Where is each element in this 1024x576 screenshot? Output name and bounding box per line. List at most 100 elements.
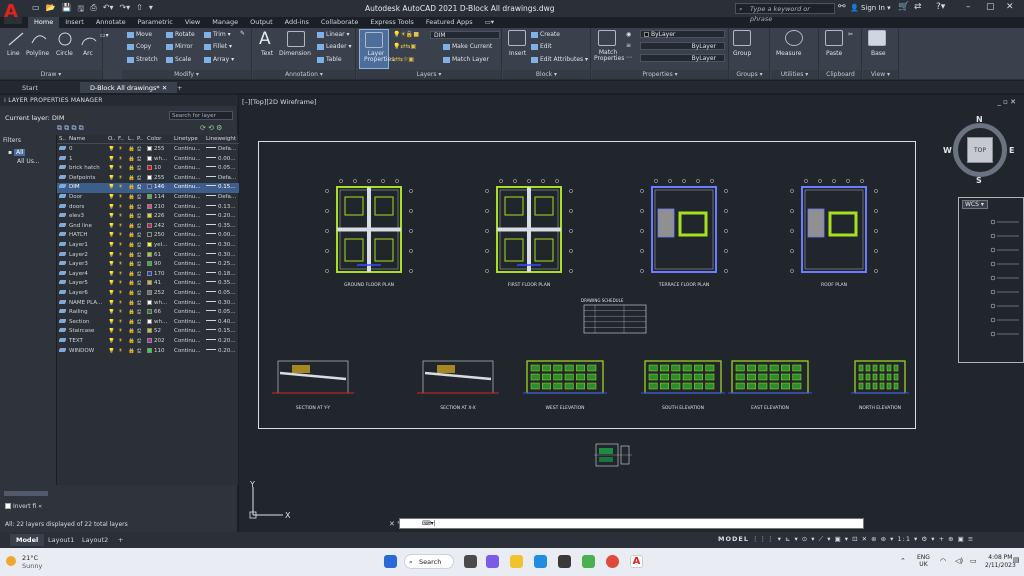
layer-linetype[interactable]: Continu... bbox=[174, 175, 201, 181]
viewcube[interactable]: TOP N S W E bbox=[943, 115, 1015, 185]
layer-lineweight[interactable]: 0.30... bbox=[206, 242, 236, 248]
layer-plot-icon[interactable]: ⎙ bbox=[137, 348, 141, 355]
lineweight-dropdown[interactable]: ByLayer bbox=[640, 42, 725, 50]
leader-button[interactable]: Leader ▾ bbox=[317, 43, 352, 50]
layer-on-icon[interactable]: 💡 bbox=[108, 280, 115, 286]
ribbon-tab-output[interactable]: Output bbox=[244, 17, 279, 28]
linetype-icon[interactable]: ⋯ bbox=[626, 54, 632, 61]
layer-on-icon[interactable]: 💡 bbox=[108, 271, 115, 277]
layer-lock-icon[interactable]: 🔒 bbox=[128, 223, 135, 229]
layer-plot-icon[interactable]: ⎙ bbox=[137, 194, 141, 201]
layer-lineweight[interactable]: 0.00... bbox=[206, 156, 236, 162]
layer-row[interactable]: 0 💡 ☀ 🔒 ⎙ 255 Continu... Defa... bbox=[57, 145, 239, 155]
array-button[interactable]: Array ▾ bbox=[204, 56, 234, 63]
save-icon[interactable]: 💾 bbox=[62, 3, 72, 17]
layer-row[interactable]: Door 💡 ☀ 🔒 ⎙ 114 Continu... Defa... bbox=[57, 193, 239, 203]
layer-color[interactable]: 61 bbox=[147, 251, 161, 258]
layer-plot-icon[interactable]: ⎙ bbox=[137, 156, 141, 163]
layer-lock-icon[interactable]: 🔒 bbox=[128, 232, 135, 238]
layer-row[interactable]: HATCH 💡 ☀ 🔒 ⎙ 250 Continu... 0.00... bbox=[57, 231, 239, 241]
layer-name[interactable]: 1 bbox=[69, 156, 107, 162]
layer-freeze-icon[interactable]: ☀ bbox=[118, 204, 123, 210]
layer-name[interactable]: HATCH bbox=[69, 232, 107, 238]
layer-lineweight[interactable]: 0.20... bbox=[206, 338, 236, 344]
layer-freeze-icon[interactable]: ☀ bbox=[118, 184, 123, 190]
layer-lock-icon[interactable]: 🔒 bbox=[128, 175, 135, 181]
layer-lock-icon[interactable]: 🔒 bbox=[128, 271, 135, 277]
cart-icon[interactable]: 🛒 bbox=[898, 2, 909, 12]
layer-freeze-icon[interactable]: ☀ bbox=[118, 319, 123, 325]
binoculars-icon[interactable]: ⚯ bbox=[838, 2, 846, 12]
layer-on-icon[interactable]: 💡 bbox=[108, 204, 115, 210]
group-icon[interactable] bbox=[733, 30, 751, 46]
layer-on-icon[interactable]: 💡 bbox=[108, 309, 115, 315]
layer-lock-icon[interactable]: 🔒 bbox=[128, 348, 135, 354]
layer-color[interactable]: yel... bbox=[147, 242, 167, 248]
layer-row[interactable]: elev3 💡 ☀ 🔒 ⎙ 226 Continu... 0.20... bbox=[57, 212, 239, 222]
new-tab-icon[interactable]: + bbox=[167, 82, 192, 93]
layer-lineweight[interactable]: Defa... bbox=[206, 146, 236, 152]
polyline-button[interactable]: Polyline bbox=[26, 50, 49, 57]
clipboard-panel-label[interactable]: Clipboard bbox=[820, 70, 861, 79]
circle-icon[interactable] bbox=[56, 31, 74, 47]
task-view-icon[interactable] bbox=[464, 555, 477, 568]
filter-all-used[interactable]: All Us... bbox=[17, 157, 54, 166]
layer-linetype[interactable]: Continu... bbox=[174, 223, 201, 229]
layer-row[interactable]: Section 💡 ☀ 🔒 ⎙ wh... Continu... 0.40... bbox=[57, 318, 239, 328]
layer-properties-button[interactable]: Layer Properties bbox=[359, 29, 394, 69]
lineweight-icon[interactable]: ≡ bbox=[626, 42, 631, 49]
new-layer-icons[interactable]: ⧉ ⧉ ⧉ ⧉ bbox=[57, 124, 84, 133]
layer-plot-icon[interactable]: ⎙ bbox=[137, 184, 141, 191]
circle-button[interactable]: Circle bbox=[56, 50, 73, 57]
layer-name[interactable]: NAME PLA... bbox=[69, 300, 107, 306]
layer-lock-icon[interactable]: 🔒 bbox=[128, 165, 135, 171]
layer-color[interactable]: 66 bbox=[147, 309, 161, 315]
layer-row[interactable]: Staircase 💡 ☀ 🔒 ⎙ 52 Continu... 0.15... bbox=[57, 327, 239, 337]
layer-on-icon[interactable]: 💡 bbox=[108, 184, 115, 190]
layer-color[interactable]: 226 bbox=[147, 213, 165, 219]
layer-lock-icon[interactable]: 🔒 bbox=[128, 261, 135, 267]
header-lineweight[interactable]: Lineweight bbox=[206, 136, 236, 142]
layer-on-icon[interactable]: 💡 bbox=[108, 223, 115, 229]
layer-color[interactable]: 114 bbox=[147, 194, 165, 200]
layer-lineweight[interactable]: 0.05... bbox=[206, 309, 236, 315]
dimension-button[interactable]: Dimension bbox=[279, 50, 311, 57]
layer-freeze-icon[interactable]: ☀ bbox=[118, 271, 123, 277]
layer-on-icon[interactable]: 💡 bbox=[108, 194, 115, 200]
notification-icon[interactable]: ▤ bbox=[1013, 556, 1020, 564]
layer-color[interactable]: 10 bbox=[147, 165, 161, 171]
layer-on-icon[interactable]: 💡 bbox=[108, 319, 115, 325]
layer-row[interactable]: Gnd line 💡 ☀ 🔒 ⎙ 242 Continu... 0.35... bbox=[57, 222, 239, 232]
layer-linetype[interactable]: Continu... bbox=[174, 328, 201, 334]
polyline-icon[interactable] bbox=[30, 31, 48, 47]
layer-freeze-icon[interactable]: ☀ bbox=[118, 252, 123, 258]
layer-plot-icon[interactable]: ⎙ bbox=[137, 252, 141, 259]
header-plot[interactable]: P.. bbox=[137, 136, 143, 142]
layer-on-icon[interactable]: 💡 bbox=[108, 213, 115, 219]
layer-color[interactable]: 41 bbox=[147, 280, 161, 286]
line-icon[interactable] bbox=[7, 31, 25, 47]
layer-linetype[interactable]: Continu... bbox=[174, 165, 201, 171]
drawing-area[interactable]: [–][Top][2D Wireframe] _ ▫ ✕ GROUND FLOO… bbox=[239, 95, 1024, 532]
layer-lock-icon[interactable]: 🔒 bbox=[128, 319, 135, 325]
linetype-dropdown[interactable]: ByLayer bbox=[640, 54, 725, 62]
layer-name[interactable]: doors bbox=[69, 204, 107, 210]
layer-linetype[interactable]: Continu... bbox=[174, 300, 201, 306]
viewport-controls[interactable]: [–][Top][2D Wireframe] bbox=[242, 98, 317, 106]
layer-plot-icon[interactable]: ⎙ bbox=[137, 242, 141, 249]
group-button[interactable]: Group bbox=[733, 50, 751, 57]
layer-on-icon[interactable]: 💡 bbox=[108, 290, 115, 296]
modify-panel-label[interactable]: Modify ▾ bbox=[122, 70, 251, 79]
layer-linetype[interactable]: Continu... bbox=[174, 213, 201, 219]
utilities-panel-label[interactable]: Utilities ▾ bbox=[771, 70, 818, 79]
layer-freeze-icon[interactable]: ☀ bbox=[118, 328, 123, 334]
rotate-button[interactable]: Rotate bbox=[166, 31, 195, 38]
layer-on-icon[interactable]: 💡 bbox=[108, 348, 115, 354]
save-as-icon[interactable]: 🖫 bbox=[78, 3, 85, 17]
layer-linetype[interactable]: Continu... bbox=[174, 242, 201, 248]
start-icon[interactable] bbox=[384, 555, 397, 568]
layer-freeze-icon[interactable]: ☀ bbox=[118, 223, 123, 229]
edit-attributes-button[interactable]: Edit Attributes ▾ bbox=[531, 56, 588, 63]
weather-widget[interactable]: 21°C Sunny bbox=[6, 554, 42, 570]
table-button[interactable]: Table bbox=[317, 56, 342, 63]
